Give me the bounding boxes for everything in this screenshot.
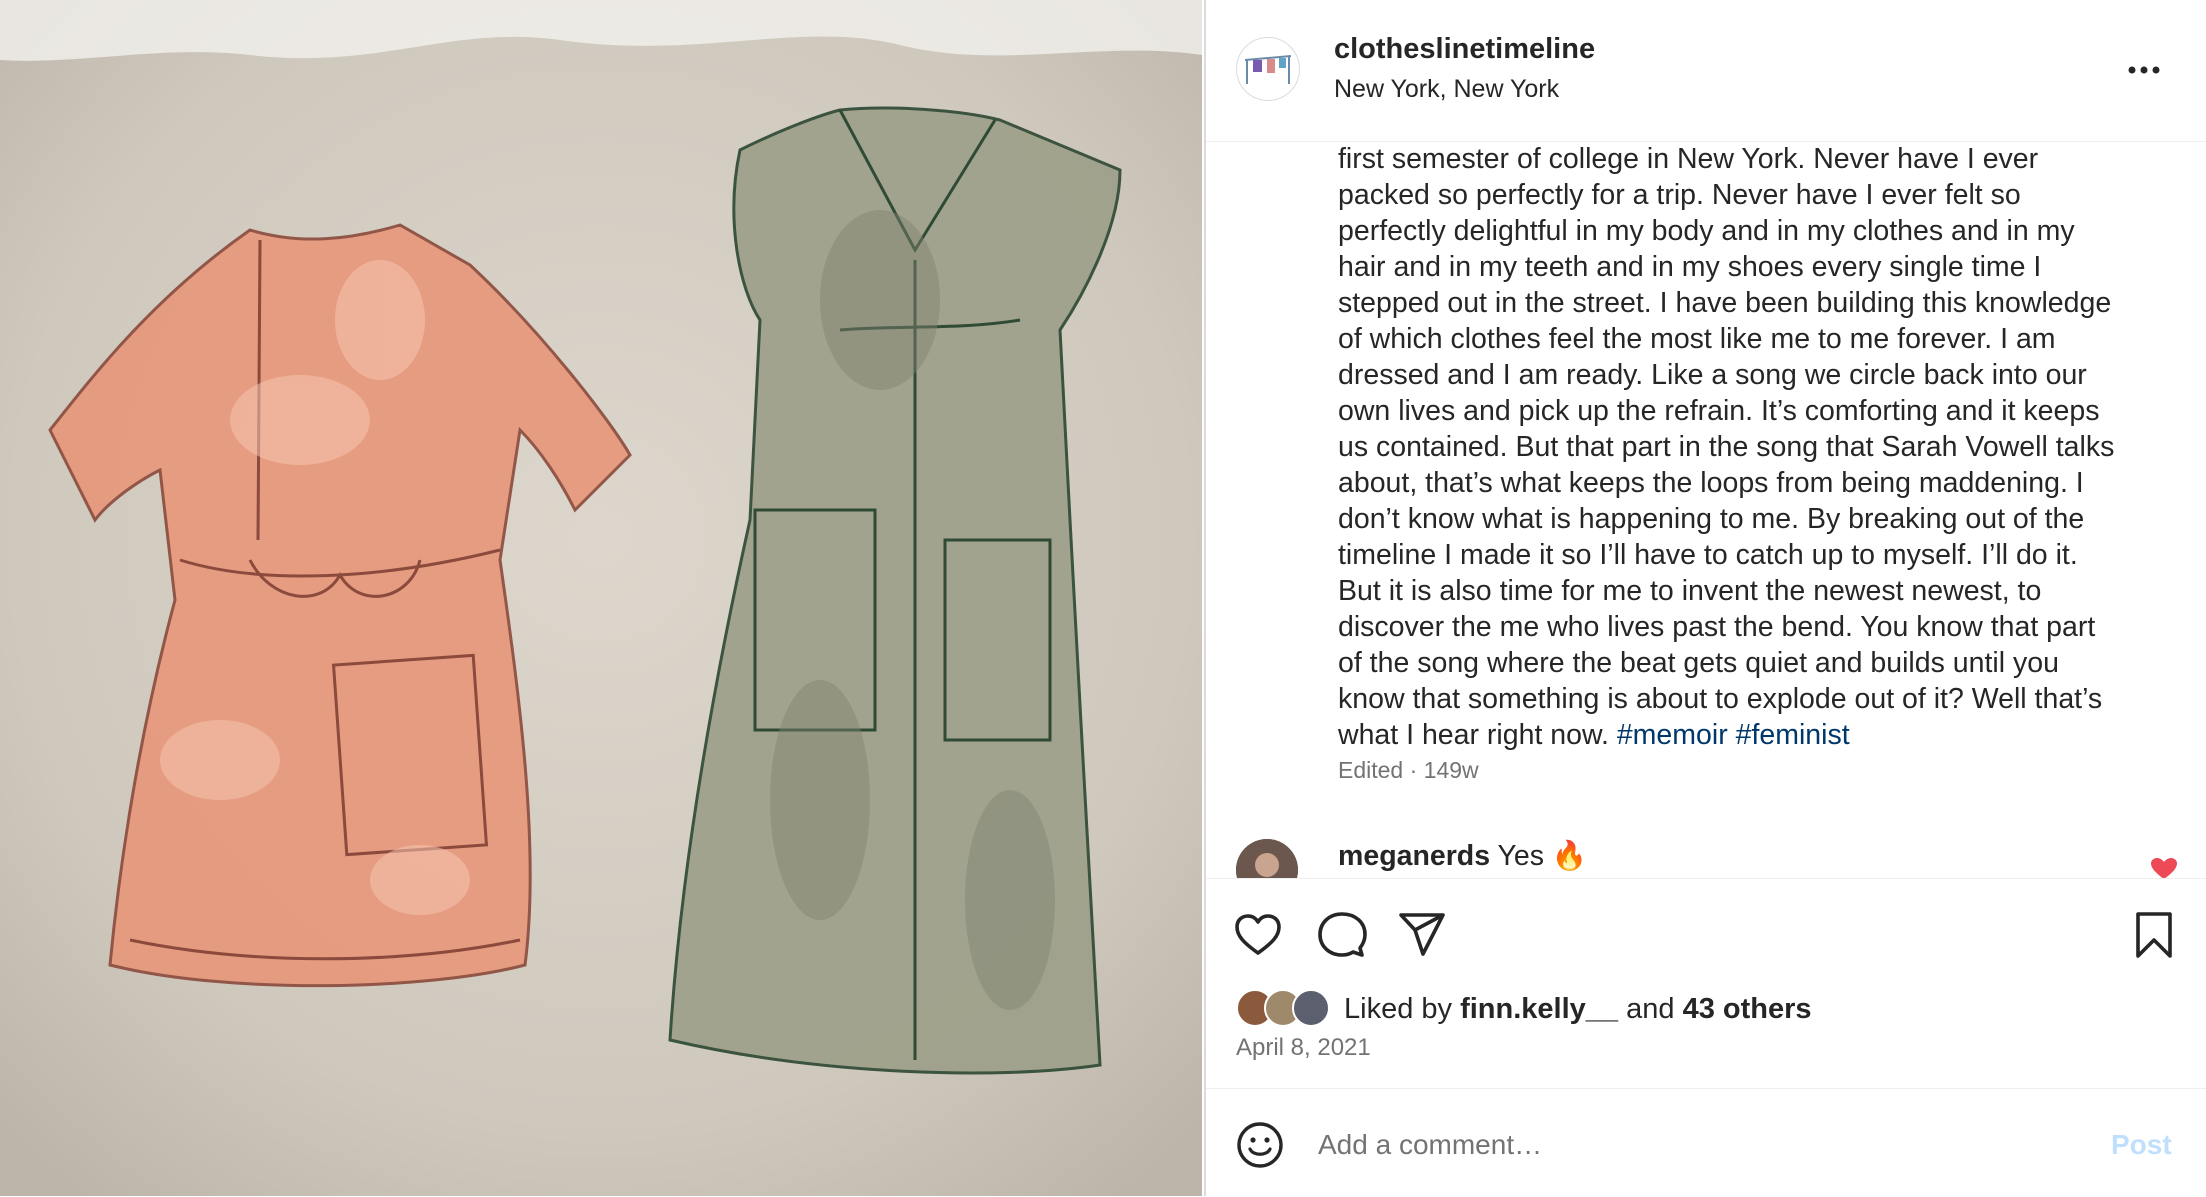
caption-line: But it is also time for me to invent the… [1338,575,2042,607]
caption-line-last: what I hear right now. #memoir #feminist [1338,717,2158,753]
caption-line: dressed and I am ready. Like a song we c… [1338,359,2087,391]
comment-item: meganerds Yes 🔥 [1338,839,1587,873]
caption-line: perfectly delightful in my body and in m… [1338,215,2075,247]
save-icon [2136,912,2172,958]
likes-and: and [1626,993,1675,1025]
share-icon [1399,913,1445,956]
caption-line: first semester of college in New York. N… [1338,143,2039,175]
caption-line: us contained. But that part in the song … [1338,431,2115,463]
caption-line: own lives and pick up the refrain. It’s … [1338,395,2100,427]
hashtag-link[interactable]: #feminist [1736,719,1850,751]
liker-avatar[interactable] [1292,989,1330,1027]
post-edited-age: Edited · 149w [1338,757,1479,783]
dresses-illustration [0,0,1202,1196]
post-location[interactable]: New York, New York [1334,75,1559,104]
profile-avatar[interactable] [1236,37,1300,101]
caption-line: discover the me who lives past the bend.… [1338,611,2096,643]
post-caption: first semester of college in New York. N… [1338,141,2158,753]
liker-username[interactable]: finn.kelly__ [1460,993,1618,1025]
caption-line: packed so perfectly for a trip. Never ha… [1338,179,2021,211]
like-button[interactable] [1232,909,1284,961]
post-date[interactable]: April 8, 2021 [1236,1034,1371,1062]
likes-others-link[interactable]: 43 others [1683,993,1812,1025]
caption-line: hair and in my teeth and in my shoes eve… [1338,251,2042,283]
hashtag-link[interactable]: #memoir [1617,719,1728,751]
caption-line: about, that’s what keeps the loops from … [1338,467,2084,499]
caption-text-last: what I hear right now. [1338,719,1609,751]
likes-text[interactable]: Liked by finn.kelly__ and 43 others [1344,993,1812,1026]
comment-username[interactable]: meganerds [1338,840,1490,872]
caption-line: timeline I made it so I’ll have to catch… [1338,539,2078,571]
post-panel: clotheslinetimeline New York, New York f… [1204,0,2206,1197]
emoji-button[interactable] [1236,1121,1284,1169]
heart-icon [2151,858,2177,878]
likes-prefix: Liked by [1344,993,1453,1025]
post-header: clotheslinetimeline New York, New York [1206,0,2206,142]
post-comment-button[interactable]: Post [2111,1129,2172,1161]
comment-like-button[interactable] [2150,857,2178,878]
share-button[interactable] [1396,909,1448,961]
post-username[interactable]: clotheslinetimeline [1334,33,1595,66]
caption-line: stepped out in the street. I have been b… [1338,287,2112,319]
caption-line: know that something is about to explode … [1338,683,2103,715]
commenter-avatar[interactable] [1236,839,1298,878]
clothesline-logo-icon [1244,55,1292,84]
comment-button[interactable] [1316,909,1368,961]
comments-scroll-area[interactable]: first semester of college in New York. N… [1206,141,2206,878]
commenter-photo-icon [1236,839,1298,878]
caption-line: don’t know what is happening to me. By b… [1338,503,2085,535]
more-icon [2128,66,2160,74]
comment-input[interactable] [1316,1119,2000,1171]
caption-line: of the song where the beat gets quiet an… [1338,647,2059,679]
post-actions: Liked by finn.kelly__ and 43 others Apri… [1206,878,2206,1075]
like-icon [1235,914,1281,955]
emoji-icon [1237,1122,1283,1168]
post-image[interactable] [0,0,1202,1196]
add-comment-bar: Post [1206,1088,2206,1197]
comment-icon [1318,912,1367,957]
caption-line: of which clothes feel the most like me t… [1338,323,2056,355]
more-options-button[interactable] [2124,50,2164,90]
save-button[interactable] [2128,909,2180,961]
comment-text: Yes 🔥 [1497,840,1588,872]
